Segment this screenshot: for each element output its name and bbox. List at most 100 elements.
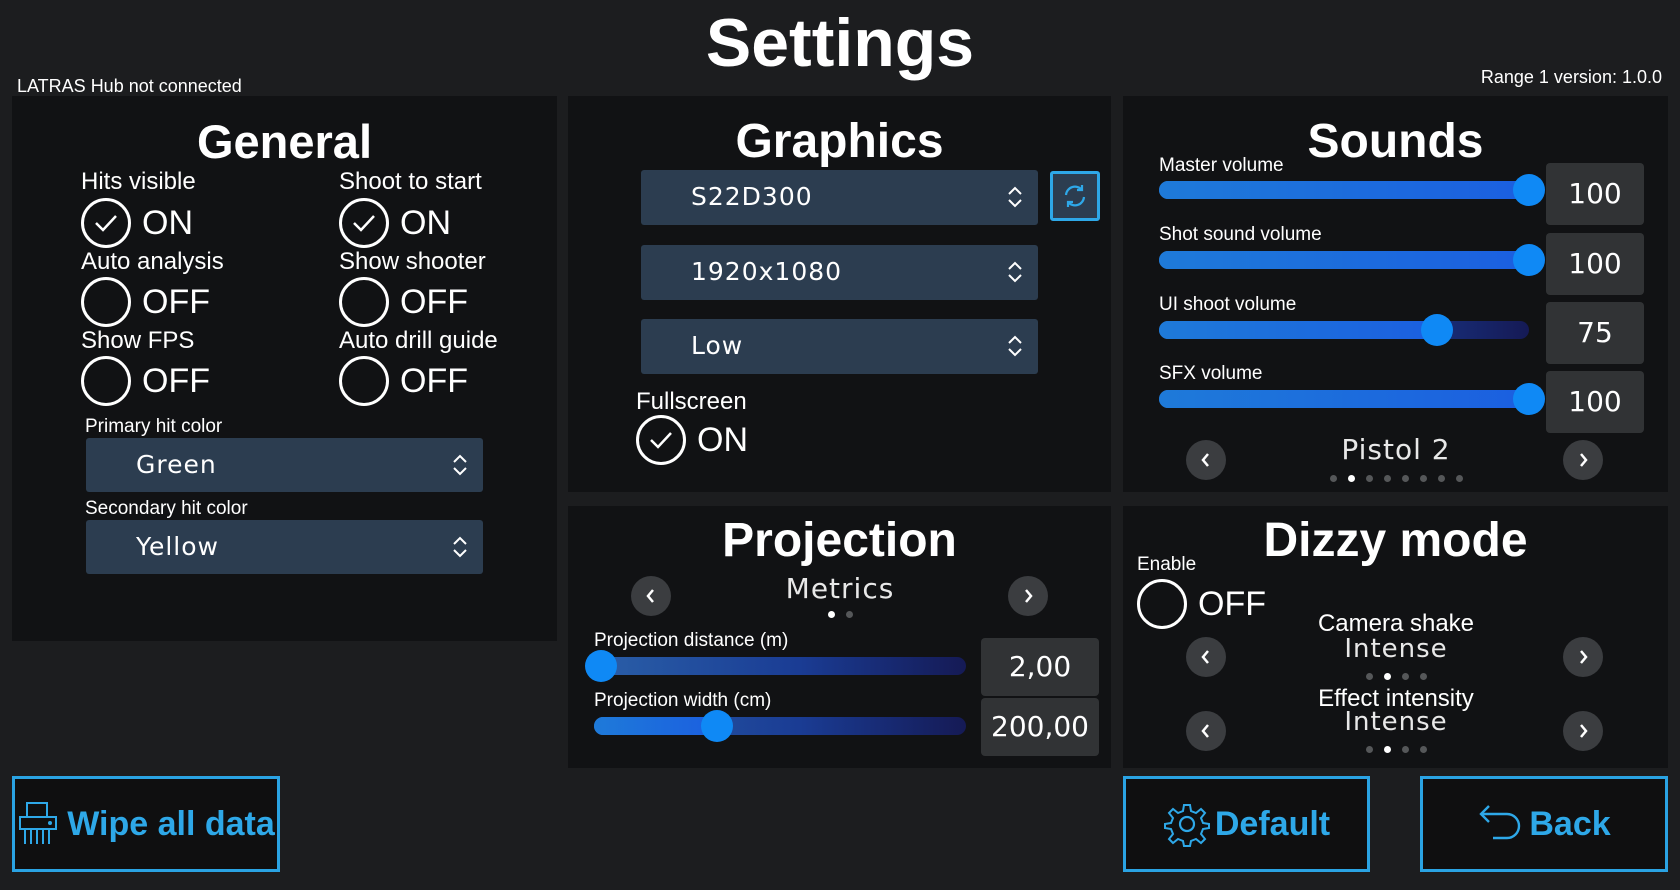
sfx-volume-slider[interactable] <box>1159 383 1545 415</box>
projection-distance-slider[interactable] <box>585 650 966 682</box>
secondary-hit-color-value: Yellow <box>136 532 219 561</box>
slider-fill <box>1159 181 1529 199</box>
auto-drill-guide-toggle[interactable]: OFF <box>339 355 468 407</box>
default-button[interactable]: Default <box>1123 776 1370 872</box>
graphics-title: Graphics <box>735 115 944 168</box>
page-dot <box>1419 673 1427 680</box>
projection-distance-label: Projection distance (m) <box>594 630 789 651</box>
primary-hit-color-select[interactable]: Green <box>86 438 483 492</box>
page-dot <box>827 611 835 618</box>
projection-distance-value[interactable]: 2,00 <box>981 638 1099 696</box>
secondary-hit-color-select[interactable]: Yellow <box>86 520 483 574</box>
page-dot <box>1437 475 1445 482</box>
general-panel: General Hits visible ON Shoot to start O… <box>12 96 557 641</box>
projection-unit-prev-button[interactable] <box>631 576 671 616</box>
page-dot <box>1383 746 1391 753</box>
up-down-icon <box>1008 335 1022 357</box>
page-dot <box>1347 475 1355 482</box>
gear-icon <box>1163 804 1210 847</box>
shot-sound-value: Pistol 2 <box>1341 433 1451 466</box>
effect-intensity-dots <box>1296 746 1496 753</box>
page-dot <box>1455 475 1463 482</box>
primary-hit-color-value: Green <box>136 450 217 479</box>
checkbox-circle <box>81 356 131 406</box>
fullscreen-state: ON <box>697 420 748 459</box>
slider-thumb[interactable] <box>700 710 733 742</box>
quality-select[interactable]: Low <box>641 319 1038 374</box>
slider-fill <box>1159 251 1529 269</box>
chevron-right-icon <box>1025 589 1033 603</box>
primary-hit-color-label: Primary hit color <box>85 416 223 437</box>
master-volume-slider[interactable] <box>1159 174 1545 206</box>
ui-shoot-volume-value[interactable]: 75 <box>1546 302 1644 364</box>
checkbox-circle <box>636 415 686 465</box>
shot-sound-volume-value[interactable]: 100 <box>1546 233 1644 295</box>
checkbox-circle <box>339 198 389 248</box>
refresh-display-button[interactable] <box>1050 171 1100 221</box>
projection-unit-dots <box>740 611 940 618</box>
hits-visible-state: ON <box>142 203 193 242</box>
page-dot <box>845 611 853 618</box>
shoot-to-start-toggle[interactable]: ON <box>339 197 451 249</box>
chevron-left-icon <box>1201 453 1209 467</box>
back-button[interactable]: Back <box>1420 776 1668 872</box>
slider-fill <box>1159 390 1529 408</box>
back-label: Back <box>1529 804 1611 843</box>
effect-intensity-prev-button[interactable] <box>1186 711 1226 751</box>
slider-thumb[interactable] <box>1513 244 1545 276</box>
projection-width-slider[interactable] <box>594 710 966 742</box>
hits-visible-toggle[interactable]: ON <box>81 197 193 249</box>
projection-width-value[interactable]: 200,00 <box>981 698 1099 756</box>
shoot-to-start-state: ON <box>400 203 451 242</box>
slider-thumb[interactable] <box>1513 383 1545 415</box>
camera-shake-prev-button[interactable] <box>1186 637 1226 677</box>
fullscreen-label: Fullscreen <box>636 388 747 415</box>
master-volume-value[interactable]: 100 <box>1546 163 1644 225</box>
resolution-select[interactable]: 1920x1080 <box>641 245 1038 300</box>
show-shooter-toggle[interactable]: OFF <box>339 276 468 328</box>
page-dot <box>1365 746 1373 753</box>
hub-status-text: LATRAS Hub not connected <box>17 76 242 96</box>
shot-sound-dots <box>1296 475 1496 482</box>
slider-thumb[interactable] <box>1513 174 1545 206</box>
show-fps-state: OFF <box>142 361 210 400</box>
ui-shoot-volume-slider[interactable] <box>1159 314 1529 346</box>
page-dot <box>1401 746 1409 753</box>
display-value: S22D300 <box>691 182 813 211</box>
refresh-icon <box>1064 185 1086 207</box>
chevron-left-icon <box>646 589 654 603</box>
checkbox-circle <box>339 356 389 406</box>
page-dot <box>1383 475 1391 482</box>
shot-sound-prev-button[interactable] <box>1186 440 1226 480</box>
chevron-right-icon <box>1580 724 1588 738</box>
show-fps-toggle[interactable]: OFF <box>81 355 210 407</box>
up-down-icon <box>453 536 467 558</box>
fullscreen-toggle[interactable]: ON <box>636 414 748 466</box>
auto-drill-guide-label: Auto drill guide <box>339 327 498 354</box>
camera-shake-value: Intense <box>1344 634 1448 664</box>
dizzy-mode-title: Dizzy mode <box>1263 514 1528 567</box>
auto-drill-guide-state: OFF <box>400 361 468 400</box>
slider-thumb[interactable] <box>1420 314 1453 346</box>
shot-sound-volume-slider[interactable] <box>1159 244 1545 276</box>
shot-sound-volume-label: Shot sound volume <box>1159 224 1322 245</box>
display-select[interactable]: S22D300 <box>641 170 1038 225</box>
checkbox-circle <box>339 277 389 327</box>
page-dot <box>1329 475 1337 482</box>
effect-intensity-next-button[interactable] <box>1563 711 1603 751</box>
projection-unit-value: Metrics <box>785 572 895 605</box>
auto-analysis-label: Auto analysis <box>81 248 224 275</box>
sfx-volume-value[interactable]: 100 <box>1546 371 1644 433</box>
auto-analysis-state: OFF <box>142 282 210 321</box>
dizzy-enable-label: Enable <box>1137 554 1197 575</box>
wipe-all-data-button[interactable]: Wipe all data <box>12 776 280 872</box>
dizzy-enable-toggle[interactable]: OFF <box>1137 578 1266 630</box>
projection-width-label: Projection width (cm) <box>594 690 772 711</box>
auto-analysis-toggle[interactable]: OFF <box>81 276 210 328</box>
show-fps-label: Show FPS <box>81 327 195 354</box>
camera-shake-next-button[interactable] <box>1563 637 1603 677</box>
projection-unit-next-button[interactable] <box>1008 576 1048 616</box>
shot-sound-next-button[interactable] <box>1563 440 1603 480</box>
default-label: Default <box>1214 804 1331 843</box>
page-dot <box>1419 746 1427 753</box>
